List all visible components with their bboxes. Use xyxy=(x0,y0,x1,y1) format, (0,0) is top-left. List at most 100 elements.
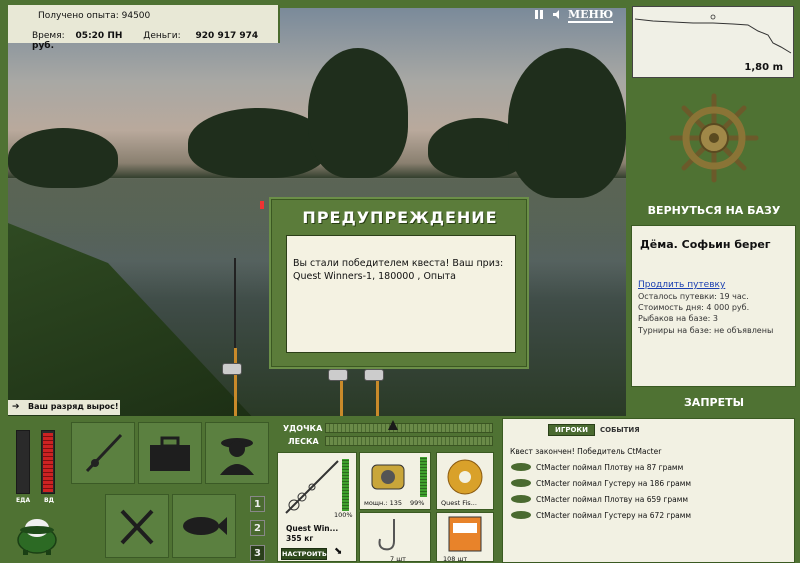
health-label: ВД xyxy=(44,497,54,504)
dialog-message: Вы стали победителем квеста! Ваш приз: Q… xyxy=(293,258,504,282)
fishing-line-card[interactable]: Quest Fis... xyxy=(436,452,494,510)
rod-tip-1 xyxy=(234,258,236,348)
tackle-box-icon xyxy=(150,436,190,471)
tall-tree xyxy=(308,48,408,178)
event-line: CtMacter поймал Плотву на 87 грамм xyxy=(536,463,684,472)
experience-value: 94500 xyxy=(121,11,151,21)
rod-name: Quest Win... xyxy=(286,524,339,533)
slot-button-1[interactable]: 1 xyxy=(250,496,265,512)
setup-button[interactable]: НАСТРОИТЬ xyxy=(281,548,327,560)
rod-weight: 355 кг xyxy=(286,534,314,543)
line-tension-label: ЛЕСКА xyxy=(288,437,319,446)
slot-button-3[interactable]: 3 xyxy=(250,545,265,561)
menu-button[interactable]: МЕНЮ xyxy=(568,8,614,23)
slot-button-2[interactable]: 2 xyxy=(250,520,265,536)
fisherman-tile[interactable] xyxy=(205,422,269,484)
fishermen-count: Рыбаков на базе: 3 xyxy=(638,314,718,323)
bait-count: 108 шт xyxy=(443,555,468,563)
hook-card[interactable]: 7 шт xyxy=(359,512,431,563)
money-label: Деньги: xyxy=(143,31,181,41)
event-line: CtMacter поймал Густеру на 186 грамм xyxy=(536,479,692,488)
event-line: CtMacter поймал Густеру на 672 грамм xyxy=(536,511,692,520)
tackle-box-tile[interactable] xyxy=(138,422,202,484)
events-tabs: ИГРОКИ СОБЫТИЯ xyxy=(548,424,643,436)
rod-icon xyxy=(85,433,123,473)
location-title: Дёма. Софьин берег xyxy=(640,238,771,251)
rank-notice-text: Ваш разряд вырос! xyxy=(28,402,119,411)
event-line: Квест закончен! Победитель CtMacter xyxy=(510,447,662,456)
permit-remaining: Осталось путевки: 19 час. xyxy=(638,292,749,301)
line-name: Quest Fis... xyxy=(441,499,477,507)
reel-1 xyxy=(222,363,242,375)
resize-arrow-icon[interactable]: ⬊ xyxy=(334,546,342,557)
game-window: Получено опыта: 94500 Время: 05:20 ПН Де… xyxy=(0,0,800,563)
tab-events[interactable]: СОБЫТИЯ xyxy=(597,425,643,435)
restrictions-button[interactable]: ЗАПРЕТЫ xyxy=(628,396,800,409)
rod-tension-label: УДОЧКА xyxy=(283,424,323,433)
rod-tension-slider[interactable] xyxy=(325,423,493,433)
tension-marker-icon xyxy=(388,420,398,430)
rod-condition-bar xyxy=(342,459,349,511)
fish-icon xyxy=(511,463,531,471)
pause-icon[interactable] xyxy=(534,9,545,23)
reel-percent: 99% xyxy=(410,499,425,507)
fishing-rod-1[interactable] xyxy=(234,348,237,416)
player-stats: Получено опыта: 94500 Время: 05:20 ПН Де… xyxy=(8,5,280,51)
reel-card[interactable]: мощн.: 135 99% xyxy=(359,452,431,510)
return-to-base-button[interactable]: ВЕРНУТЬСЯ НА БАЗУ xyxy=(628,204,800,217)
events-panel xyxy=(502,418,795,563)
arrow-right-icon: ➔ xyxy=(12,402,20,412)
base-info-box: Дёма. Софьин берег Продлить путевку Оста… xyxy=(631,225,796,387)
rod-image-icon xyxy=(285,460,339,514)
float-icon xyxy=(260,201,264,209)
health-level xyxy=(43,433,53,492)
depth-map: 1,80 m xyxy=(632,6,794,78)
time-value: 05:20 ПН xyxy=(75,31,123,41)
reel-icon xyxy=(371,464,405,490)
rank-notice[interactable]: ➔ Ваш разряд вырос! xyxy=(8,400,120,415)
food-tile[interactable] xyxy=(105,494,169,558)
bait-card[interactable]: 108 шт xyxy=(436,512,494,563)
day-cost: Стоимость дня: 4 000 руб. xyxy=(638,303,750,312)
bait-pack-icon xyxy=(448,516,482,552)
tree-cluster xyxy=(188,108,328,178)
top-controls: МЕНЮ xyxy=(534,8,614,23)
fishing-rod-2[interactable] xyxy=(340,378,343,416)
warning-dialog: ПРЕДУПРЕЖДЕНИЕ Вы стали победителем квес… xyxy=(271,199,527,367)
fish-icon xyxy=(183,517,227,535)
rod-card[interactable]: 100% Quest Win... 355 кг xyxy=(277,452,357,562)
fish-cage-tile[interactable] xyxy=(172,494,236,558)
food-gauge xyxy=(16,430,30,494)
fish-icon xyxy=(511,479,531,487)
reel-3 xyxy=(364,369,384,381)
reel-2 xyxy=(328,369,348,381)
fish-icon xyxy=(511,511,531,519)
reel-condition-bar xyxy=(420,457,427,497)
line-tension-slider[interactable] xyxy=(325,436,493,446)
tree-line-left xyxy=(8,128,118,188)
dialog-title: ПРЕДУПРЕЖДЕНИЕ xyxy=(302,208,498,227)
food-label: ЕДА xyxy=(16,497,31,504)
fisherman-icon xyxy=(220,438,254,475)
tree-cluster-far-right xyxy=(508,48,626,198)
line-spool-icon xyxy=(447,459,483,495)
hook-count: 7 шт xyxy=(390,555,406,563)
rod-inventory-tile[interactable] xyxy=(71,422,135,484)
health-gauge xyxy=(41,430,55,494)
fishing-rod-3[interactable] xyxy=(376,378,379,416)
depth-value: 1,80 m xyxy=(744,62,783,73)
pot-icon[interactable] xyxy=(14,510,58,555)
dialog-message-box[interactable]: Вы стали победителем квеста! Ваш приз: Q… xyxy=(286,235,516,353)
hook-icon xyxy=(378,519,395,551)
experience-label: Получено опыта: xyxy=(38,11,119,21)
tab-players[interactable]: ИГРОКИ xyxy=(548,424,595,436)
tournaments-status: Турниры на базе: не объявлены xyxy=(638,326,774,335)
rod-percent: 100% xyxy=(334,511,353,519)
sound-icon[interactable] xyxy=(551,9,562,23)
knife-fork-icon xyxy=(120,509,154,545)
reel-power: мощн.: 135 xyxy=(364,499,402,507)
event-line: CtMacter поймал Плотву на 659 грамм xyxy=(536,495,689,504)
extend-permit-link[interactable]: Продлить путевку xyxy=(638,280,725,290)
ship-wheel-icon[interactable] xyxy=(668,92,760,184)
fish-icon xyxy=(511,495,531,503)
